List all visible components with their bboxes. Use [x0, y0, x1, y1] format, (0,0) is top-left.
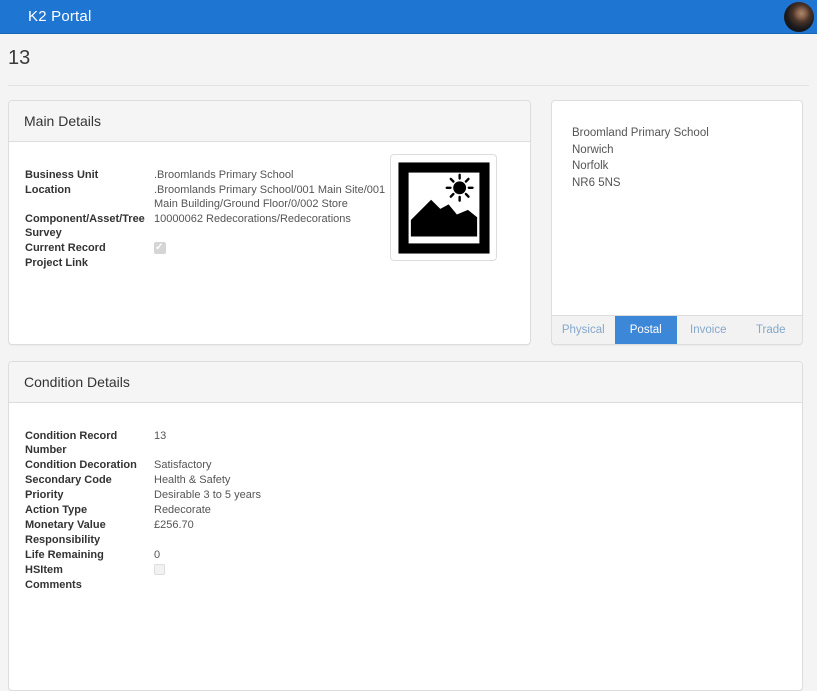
field-value: Desirable 3 to 5 years — [154, 488, 261, 502]
address-card: Broomland Primary School Norwich Norfolk… — [551, 100, 803, 345]
address-line-postcode: NR6 5NS — [572, 175, 782, 192]
field-value: 10000062 Redecorations/Redecorations — [154, 212, 351, 240]
current-record-checkbox[interactable]: ✓ — [154, 242, 166, 254]
field-row-life-remaining: Life Remaining 0 — [25, 548, 786, 562]
title-divider — [8, 85, 809, 86]
app-title[interactable]: K2 Portal — [0, 8, 92, 25]
hsitem-checkbox[interactable] — [154, 564, 165, 575]
field-label: Component/Asset/Tree Survey — [25, 212, 140, 240]
tab-trade[interactable]: Trade — [740, 316, 803, 344]
field-value: £256.70 — [154, 518, 194, 532]
field-row-monetary-value: Monetary Value £256.70 — [25, 518, 786, 532]
field-row-condition-record-number: Condition Record Number 13 — [25, 429, 786, 457]
field-label: HSItem — [25, 563, 140, 577]
field-value: Satisfactory — [154, 458, 211, 472]
check-icon: ✓ — [155, 241, 163, 255]
record-image[interactable] — [390, 154, 497, 261]
address-tabbar: Physical Postal Invoice Trade — [552, 315, 802, 344]
field-label: Condition Record Number — [25, 429, 140, 457]
address-block: Broomland Primary School Norwich Norfolk… — [552, 101, 802, 191]
content: Main Details Business Unit .Broomlands P… — [0, 100, 817, 691]
user-avatar[interactable] — [784, 2, 814, 32]
main-details-card: Main Details Business Unit .Broomlands P… — [8, 100, 531, 345]
condition-details-body: Condition Record Number 13 Condition Dec… — [9, 403, 802, 592]
field-label: Priority — [25, 488, 140, 502]
tab-invoice[interactable]: Invoice — [677, 316, 740, 344]
field-label: Action Type — [25, 503, 140, 517]
page-title: 13 — [8, 47, 809, 70]
field-label: Location — [25, 183, 140, 211]
field-value: .Broomlands Primary School/001 Main Site… — [154, 183, 389, 211]
tab-postal[interactable]: Postal — [615, 316, 678, 344]
condition-details-card: Condition Details Condition Record Numbe… — [8, 361, 803, 691]
tab-physical[interactable]: Physical — [552, 316, 615, 344]
field-value: 0 — [154, 548, 160, 562]
image-placeholder-icon — [398, 162, 490, 254]
field-label: Monetary Value — [25, 518, 140, 532]
field-label: Current Record — [25, 241, 140, 255]
field-label: Comments — [25, 578, 140, 592]
navbar: K2 Portal — [0, 0, 817, 34]
field-label: Life Remaining — [25, 548, 140, 562]
field-row-hsitem: HSItem — [25, 563, 786, 577]
field-row-comments: Comments — [25, 578, 786, 592]
page-head: 13 — [0, 34, 817, 86]
field-row-secondary-code: Secondary Code Health & Safety — [25, 473, 786, 487]
field-label: Responsibility — [25, 533, 140, 547]
field-row-responsibility: Responsibility — [25, 533, 786, 547]
field-row-condition-decoration: Condition Decoration Satisfactory — [25, 458, 786, 472]
field-value: 13 — [154, 429, 166, 457]
field-value: Redecorate — [154, 503, 211, 517]
field-label: Condition Decoration — [25, 458, 140, 472]
address-line-city: Norwich — [572, 142, 782, 159]
field-label: Business Unit — [25, 168, 140, 182]
condition-details-header: Condition Details — [9, 362, 802, 403]
field-value: .Broomlands Primary School — [154, 168, 293, 182]
main-details-body: Business Unit .Broomlands Primary School… — [9, 142, 530, 346]
field-label: Project Link — [25, 256, 140, 270]
field-label: Secondary Code — [25, 473, 140, 487]
address-line-county: Norfolk — [572, 158, 782, 175]
address-line-name: Broomland Primary School — [572, 125, 782, 142]
main-details-header: Main Details — [9, 101, 530, 142]
field-value: Health & Safety — [154, 473, 230, 487]
field-row-action-type: Action Type Redecorate — [25, 503, 786, 517]
field-row-priority: Priority Desirable 3 to 5 years — [25, 488, 786, 502]
